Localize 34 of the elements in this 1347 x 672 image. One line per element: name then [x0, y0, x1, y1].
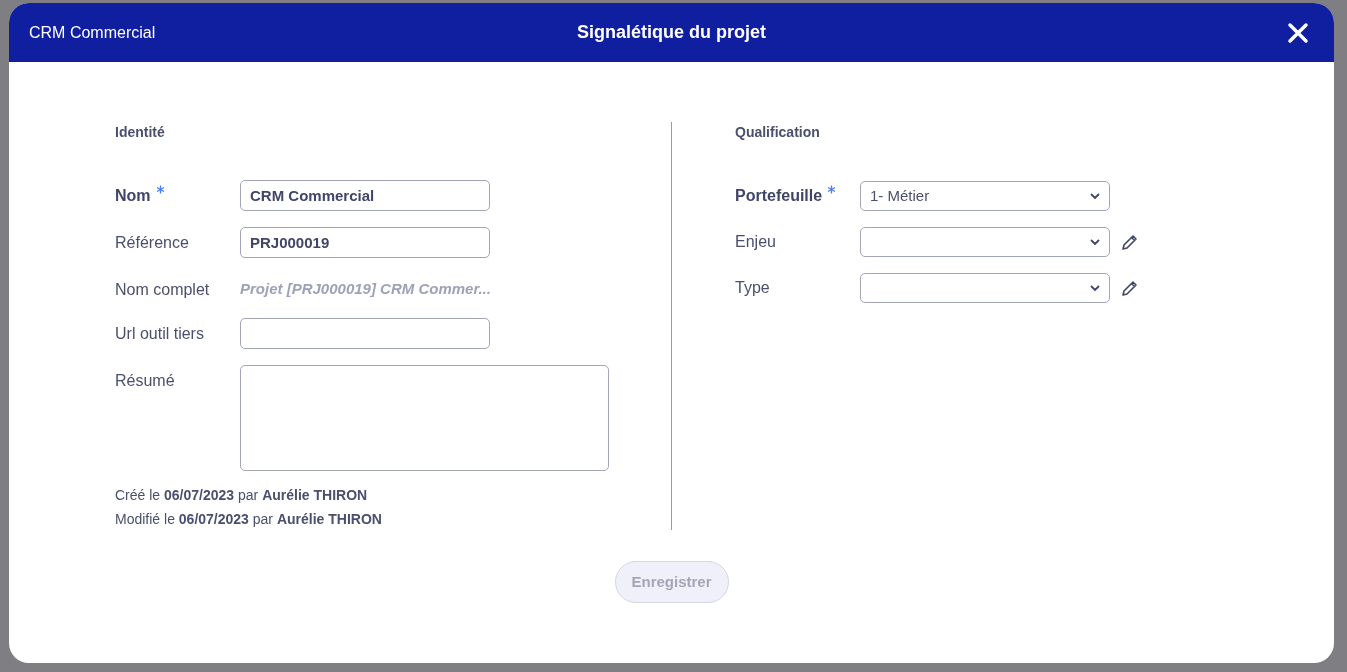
- pencil-icon: [1120, 233, 1138, 251]
- select-field[interactable]: [860, 227, 1110, 257]
- field-label: Résumé: [115, 371, 175, 391]
- dialog-title: Signalétique du projet: [577, 21, 766, 44]
- chevron-down-icon: [1090, 284, 1100, 292]
- chevron-down-icon: [1090, 238, 1100, 246]
- select-field[interactable]: 1- Métier: [860, 181, 1110, 211]
- close-icon: [1287, 21, 1309, 44]
- text-area[interactable]: [240, 365, 609, 471]
- field-label: Nom complet: [115, 280, 210, 300]
- audit-text: Modifié le 06/07/2023 par Aurélie THIRON: [115, 510, 383, 529]
- app-name: CRM Commercial: [29, 22, 156, 43]
- required-asterisk-icon: [827, 185, 837, 194]
- input-field[interactable]: PRJ000019: [240, 227, 490, 258]
- pencil-icon: [1120, 279, 1138, 297]
- select-field[interactable]: [860, 273, 1110, 303]
- field-label: Portefeuille: [735, 186, 823, 206]
- required-asterisk-icon: [155, 185, 165, 194]
- chevron-down-icon: [1090, 192, 1100, 200]
- select-value: 1- Métier: [870, 185, 931, 206]
- section-title: Qualification: [735, 123, 821, 142]
- audit-text: Créé le 06/07/2023 par Aurélie THIRON: [115, 486, 369, 505]
- edit-button[interactable]: [1120, 233, 1138, 251]
- input-field[interactable]: [240, 318, 490, 349]
- field-label: Référence: [115, 233, 189, 253]
- edit-button[interactable]: [1120, 279, 1138, 297]
- input-field[interactable]: CRM Commercial: [240, 180, 490, 211]
- field-label: Type: [735, 278, 770, 298]
- field-label: Url outil tiers: [115, 324, 204, 344]
- field-value: Projet [PRJ000019] CRM Commer...: [240, 279, 491, 299]
- field-label: Enjeu: [735, 232, 776, 252]
- field-label: Nom: [115, 186, 151, 206]
- close-button[interactable]: [1286, 20, 1310, 45]
- section-title: Identité: [115, 123, 166, 142]
